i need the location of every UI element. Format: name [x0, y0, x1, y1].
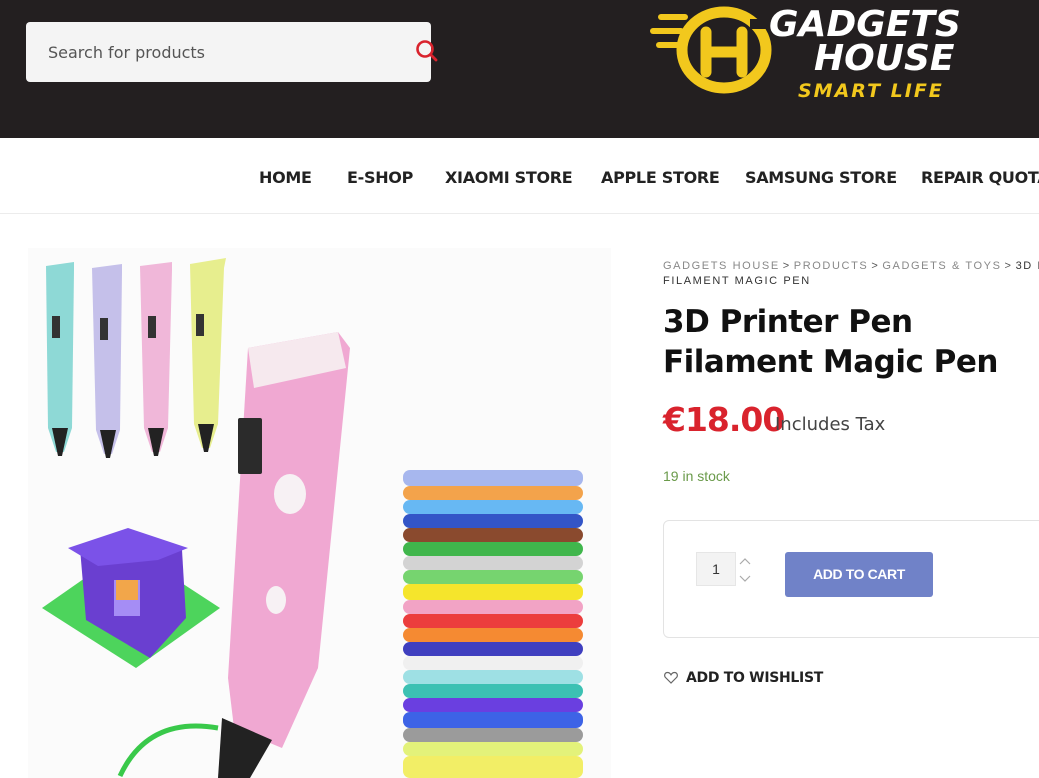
nav-item-apple-store[interactable]: APPLE STORE — [601, 168, 720, 187]
stock-status: 19 in stock — [663, 468, 730, 484]
breadcrumb-separator: > — [1004, 260, 1013, 272]
breadcrumb-separator: > — [782, 260, 791, 272]
small-pen-blue — [46, 262, 74, 456]
breadcrumb-link-home[interactable]: GADGETS HOUSE — [663, 260, 780, 272]
site-header: GADGETS HOUSE SMART LIFE — [0, 0, 1039, 138]
search-bar — [26, 22, 438, 82]
breadcrumb-current-continued: FILAMENT MAGIC PEN — [663, 275, 811, 287]
main-nav: HOME E-SHOP XIAOMI STORE APPLE STORE SAM… — [0, 138, 1039, 214]
quantity-stepper[interactable] — [738, 556, 752, 586]
logo-text-line2: HOUSE — [814, 38, 955, 79]
tax-note: Includes Tax — [775, 414, 886, 435]
nav-item-samsung-store[interactable]: SAMSUNG STORE — [745, 168, 897, 187]
search-icon[interactable] — [414, 38, 440, 64]
quantity-input[interactable]: 1 — [696, 552, 736, 586]
search-input[interactable] — [26, 22, 376, 82]
product-price: €18.00 — [663, 400, 785, 439]
product-photo — [28, 248, 611, 778]
add-to-cart-button[interactable]: ADD TO CART — [785, 552, 933, 597]
breadcrumb-separator: > — [871, 260, 880, 272]
site-logo[interactable]: GADGETS HOUSE SMART LIFE — [646, 2, 966, 106]
chevron-up-icon — [739, 558, 751, 565]
nav-item-home[interactable]: HOME — [259, 168, 312, 187]
breadcrumb-current: 3D PR — [1015, 260, 1039, 272]
breadcrumb-link-gadgets-toys[interactable]: GADGETS & TOYS — [882, 260, 1001, 272]
nav-item-xiaomi-store[interactable]: XIAOMI STORE — [445, 168, 573, 187]
breadcrumb-link-products[interactable]: PRODUCTS — [794, 260, 869, 272]
small-pen-pink — [140, 262, 172, 456]
product-title: 3D Printer Pen Filament Magic Pen — [663, 304, 998, 380]
filament-stack — [403, 470, 583, 778]
chevron-down-icon — [739, 575, 751, 582]
nav-item-repair-quota[interactable]: REPAIR QUOTA — [921, 168, 1039, 187]
product-image[interactable] — [28, 248, 611, 778]
nav-item-e-shop[interactable]: E-SHOP — [347, 168, 413, 187]
small-pen-purple — [92, 264, 122, 458]
heart-icon — [664, 671, 678, 684]
logo-tagline: SMART LIFE — [798, 80, 944, 102]
breadcrumb: GADGETS HOUSE > PRODUCTS > GADGETS & TOYS >3D… — [663, 257, 1039, 275]
wishlist-label: ADD TO WISHLIST — [686, 670, 823, 686]
